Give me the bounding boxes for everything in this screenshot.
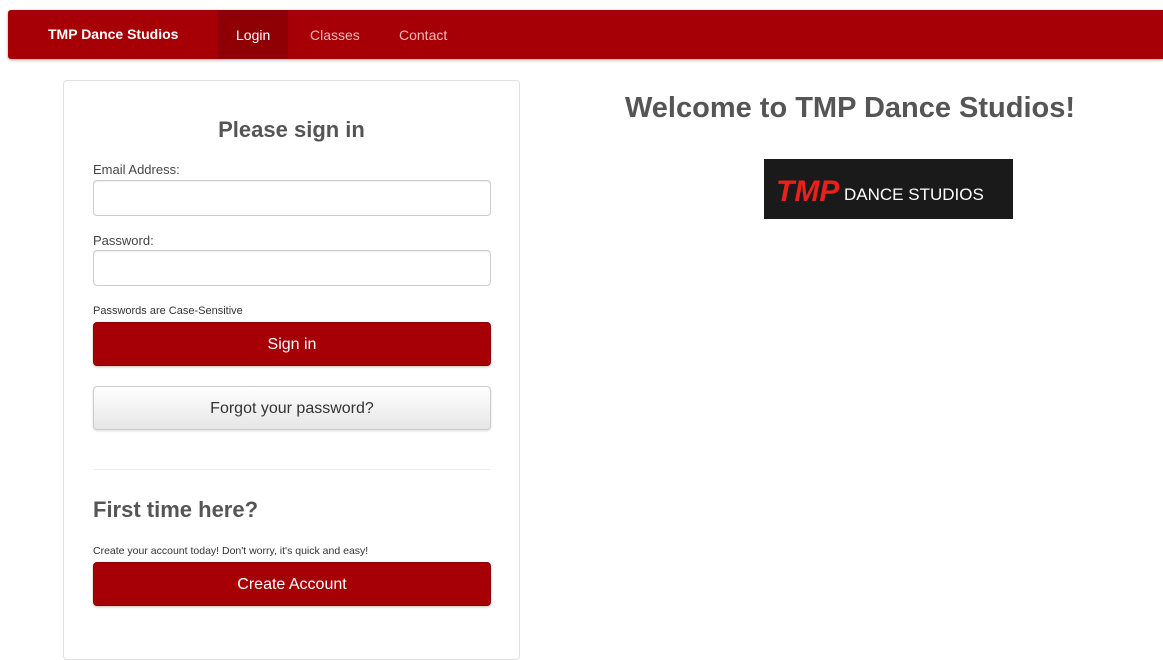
email-label: Email Address: — [93, 162, 180, 177]
create-account-button[interactable]: Create Account — [93, 562, 491, 606]
nav-contact[interactable]: Contact — [399, 10, 447, 59]
top-navbar: TMP Dance Studios Login Classes Contact — [8, 10, 1163, 59]
nav-login[interactable]: Login — [218, 10, 289, 59]
email-field[interactable] — [93, 180, 491, 216]
section-divider — [93, 469, 491, 470]
signin-heading: Please sign in — [218, 117, 365, 142]
welcome-heading: Welcome to TMP Dance Studios! — [624, 92, 1076, 124]
studio-logo-image: TMP DANCE STUDIOS — [764, 159, 1013, 219]
password-field[interactable] — [93, 250, 491, 286]
case-sensitive-note: Passwords are Case-Sensitive — [93, 305, 243, 317]
brand-link[interactable]: TMP Dance Studios — [48, 10, 178, 59]
password-label: Password: — [93, 233, 154, 248]
first-time-heading: First time here? — [93, 497, 259, 522]
logo-text: DANCE STUDIOS — [844, 185, 984, 204]
signin-button[interactable]: Sign in — [93, 322, 491, 366]
studio-logo: TMP DANCE STUDIOS — [764, 159, 1013, 219]
create-account-description: Create your account today! Don't worry, … — [93, 545, 369, 557]
forgot-password-button[interactable]: Forgot your password? — [93, 386, 491, 430]
logo-mark: TMP — [776, 175, 840, 208]
nav-classes[interactable]: Classes — [310, 10, 360, 59]
